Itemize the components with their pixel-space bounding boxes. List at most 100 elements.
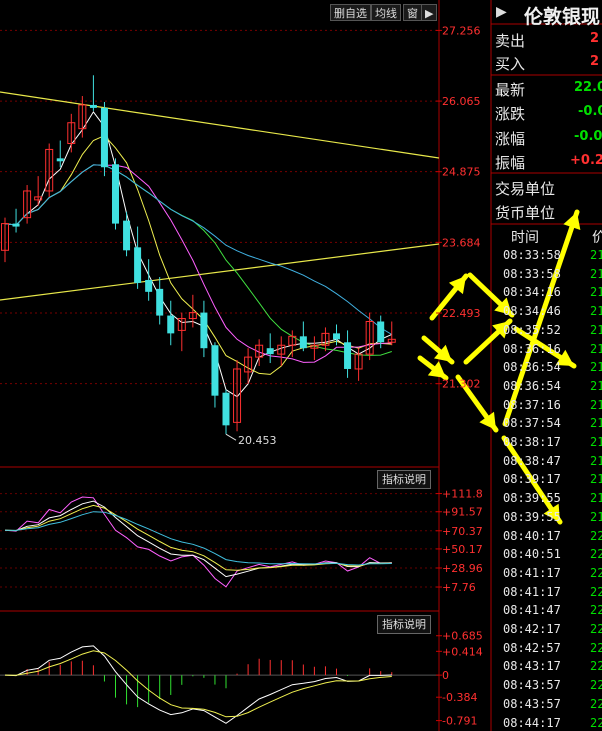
tick-time: 08:40:51 bbox=[503, 547, 561, 562]
tick-time: 08:39:55 bbox=[503, 491, 561, 506]
last-value: 22.0 bbox=[574, 80, 602, 95]
candle-body-down bbox=[123, 220, 131, 251]
osc-line bbox=[4, 500, 392, 578]
candle-body-down bbox=[167, 315, 175, 334]
grid-lines bbox=[0, 29, 439, 588]
sell-label: 卖出 bbox=[495, 32, 526, 50]
tick-price: 21 bbox=[590, 491, 602, 506]
candle-body-down bbox=[377, 321, 385, 343]
window-button[interactable]: 窗 bbox=[403, 4, 422, 21]
candle-body-down bbox=[145, 279, 153, 292]
price-level-label: 23.684 bbox=[442, 236, 481, 249]
macd-level-label: 0 bbox=[442, 669, 449, 682]
price-level-label: 24.875 bbox=[442, 166, 481, 179]
tick-time: 08:34:16 bbox=[503, 285, 561, 300]
tick-price: 22 bbox=[590, 547, 602, 562]
trade-unit-label: 交易单位 bbox=[495, 180, 556, 198]
tick-price: 22 bbox=[590, 622, 602, 636]
candle-body-down bbox=[222, 392, 230, 426]
tick-price: 21 bbox=[590, 435, 602, 449]
osc-level-label: +7.76 bbox=[442, 581, 476, 594]
osc-level-label: +28.96 bbox=[442, 562, 483, 575]
tick-time: 08:42:17 bbox=[503, 622, 561, 636]
low-annotation-label: 20.453 bbox=[238, 434, 277, 447]
macd-level-label: +0.685 bbox=[442, 630, 483, 643]
ma-toggle-button[interactable]: 均线 bbox=[371, 4, 401, 21]
tick-price: 22 bbox=[590, 659, 602, 674]
last-label: 最新 bbox=[495, 81, 526, 99]
price-level-label: 22.493 bbox=[442, 307, 481, 320]
price-level-label: 21.302 bbox=[442, 378, 481, 391]
osc-level-label: +70.37 bbox=[442, 525, 483, 538]
tick-price: 22 bbox=[590, 678, 602, 693]
remove-watchlist-button[interactable]: 删自选 bbox=[330, 4, 371, 21]
amplitude-label: 振幅 bbox=[495, 154, 526, 172]
tick-time: 08:38:47 bbox=[503, 453, 561, 468]
ma-line bbox=[4, 111, 393, 398]
candle-body-down bbox=[266, 348, 274, 355]
change-pct-label: 涨幅 bbox=[495, 130, 526, 148]
amplitude-value: +0.28 bbox=[570, 153, 602, 168]
tick-time: 08:43:57 bbox=[503, 696, 561, 711]
indicator-info-button-2[interactable]: 指标说明 bbox=[377, 615, 431, 634]
candle-body-down bbox=[344, 342, 352, 369]
tick-price: 21 bbox=[590, 472, 602, 487]
buy-value: 2 bbox=[590, 54, 600, 69]
tick-price: 21 bbox=[590, 248, 602, 262]
tick-time: 08:39:17 bbox=[503, 472, 561, 487]
osc-line bbox=[4, 496, 392, 588]
candle-body-down bbox=[112, 164, 119, 224]
tick-price: 22 bbox=[590, 640, 602, 655]
tick-time: 08:35:52 bbox=[503, 322, 561, 337]
tick-time: 08:40:17 bbox=[503, 528, 561, 543]
currency-unit-label: 货币单位 bbox=[495, 204, 556, 222]
candle-body-down bbox=[89, 104, 97, 108]
tick-price: 21 bbox=[590, 509, 602, 524]
tick-time: 08:36:54 bbox=[503, 360, 561, 375]
tick-time: 08:34:46 bbox=[503, 304, 561, 319]
trend-lines bbox=[0, 91, 440, 301]
change-label: 涨跌 bbox=[495, 105, 526, 123]
candle-body-down bbox=[12, 223, 20, 227]
instrument-title: 伦敦银现 bbox=[524, 6, 601, 28]
tick-price: 22 bbox=[590, 565, 602, 580]
panel-play-icon[interactable]: ▶ bbox=[496, 4, 507, 20]
indicator-info-button-1[interactable]: 指标说明 bbox=[377, 470, 431, 489]
candle-body-down bbox=[211, 345, 219, 396]
change-pct-value: -0.0 bbox=[574, 129, 602, 144]
expand-icon[interactable]: ▶ bbox=[421, 4, 438, 21]
tick-time: 08:41:47 bbox=[503, 603, 561, 618]
tick-price: 22 bbox=[590, 696, 602, 711]
price-level-label: 27.256 bbox=[442, 24, 481, 37]
candle-body-down bbox=[134, 247, 142, 283]
tick-time: 08:36:54 bbox=[503, 378, 561, 393]
osc-level-label: +50.17 bbox=[442, 543, 483, 556]
candle-body-down bbox=[100, 107, 108, 168]
candle-body-down bbox=[299, 336, 307, 349]
sell-value: 2 bbox=[590, 31, 600, 46]
buy-label: 买入 bbox=[495, 55, 526, 73]
trendline-ascending bbox=[0, 243, 440, 301]
tick-price: 22 bbox=[590, 584, 602, 599]
osc-level-label: +111.8 bbox=[442, 488, 483, 501]
macd-dif-line bbox=[4, 645, 392, 724]
osc-level-label: +91.57 bbox=[442, 506, 483, 519]
tick-price: 21 bbox=[590, 322, 602, 337]
tick-price: 21 bbox=[590, 378, 602, 393]
change-value: -0.0 bbox=[578, 104, 602, 119]
low-annotation-pointer bbox=[225, 433, 237, 441]
tick-price: 21 bbox=[590, 285, 602, 300]
trendline-descending bbox=[0, 91, 440, 159]
tick-time: 08:36:16 bbox=[503, 341, 561, 356]
price-level-label: 26.065 bbox=[442, 95, 481, 108]
candle-body-down bbox=[200, 312, 208, 349]
tick-time: 08:38:17 bbox=[503, 435, 561, 449]
tick-time: 08:44:17 bbox=[503, 715, 561, 730]
ma-line bbox=[4, 164, 393, 335]
oscillator-lines bbox=[4, 496, 392, 588]
tick-time: 08:43:57 bbox=[503, 678, 561, 693]
tick-time: 08:33:58 bbox=[503, 266, 561, 281]
candle-body-down bbox=[333, 333, 340, 340]
tick-time: 08:41:17 bbox=[503, 565, 561, 580]
tick-time: 08:39:55 bbox=[503, 509, 561, 524]
